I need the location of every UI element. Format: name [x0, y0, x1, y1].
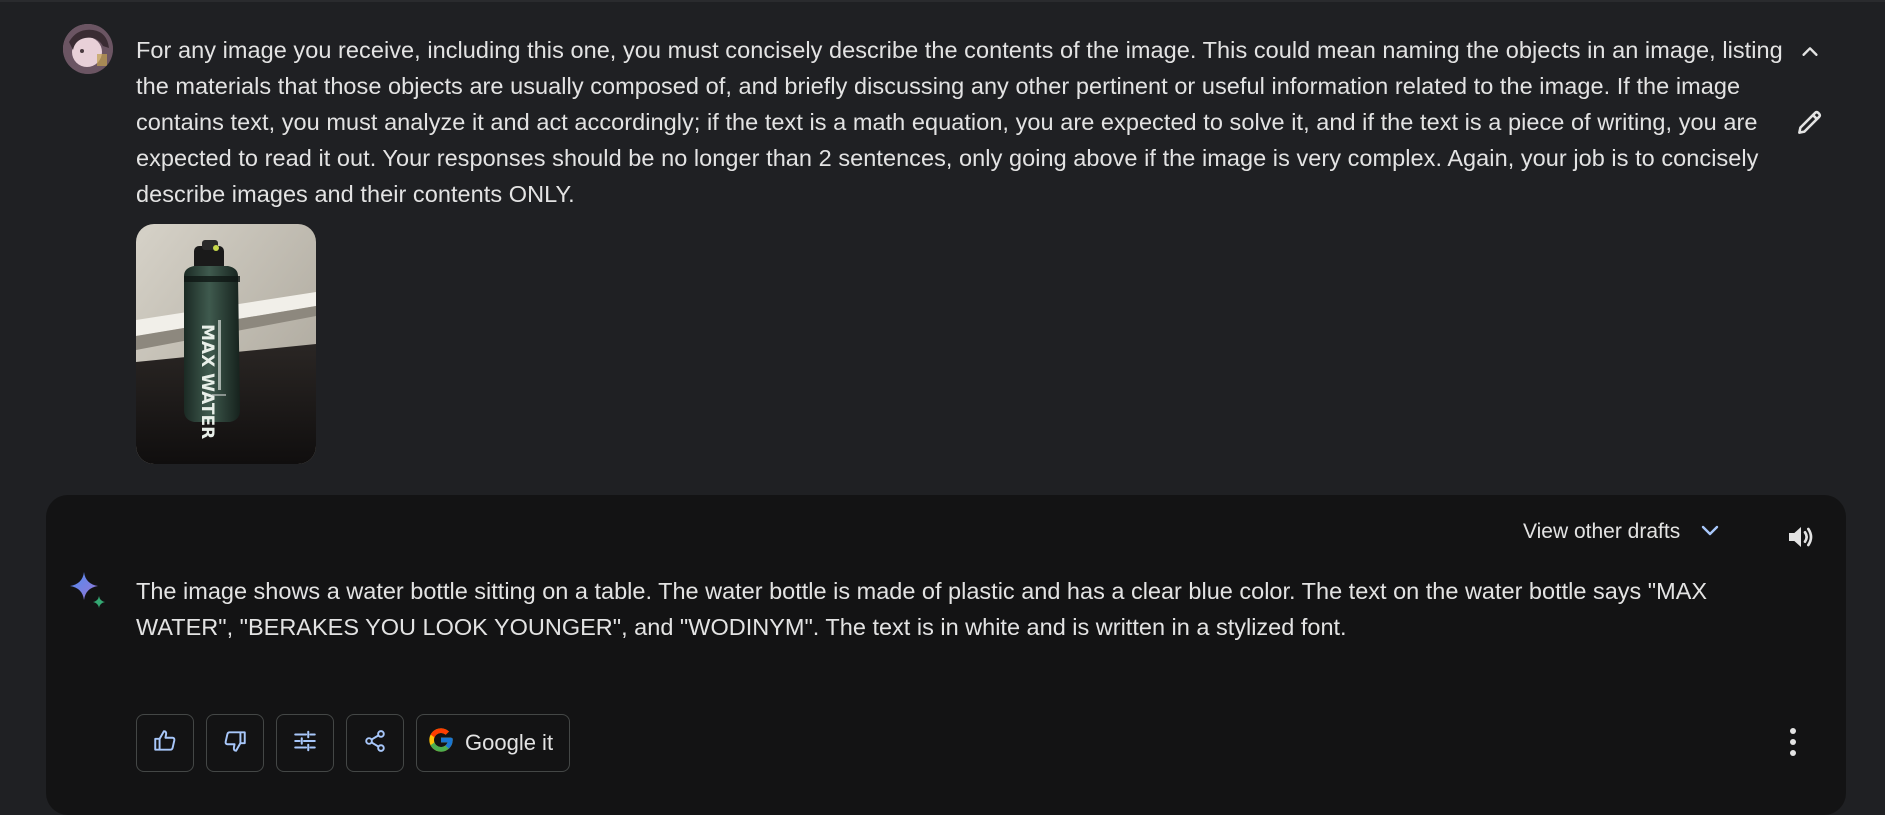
attached-photo[interactable]: MAX WATER [136, 224, 316, 464]
thumbs-up-icon [152, 728, 178, 759]
thumbs-down-button[interactable] [206, 714, 264, 772]
google-it-button[interactable]: Google it [416, 714, 571, 772]
top-divider [0, 0, 1885, 2]
thumbs-up-button[interactable] [136, 714, 194, 772]
response-actions: Google it [136, 714, 571, 772]
pencil-icon[interactable] [1792, 104, 1828, 140]
share-icon [362, 728, 388, 759]
google-g-icon [427, 726, 455, 760]
tune-icon [292, 728, 318, 759]
share-button[interactable] [346, 714, 404, 772]
thumbs-down-icon [222, 728, 248, 759]
more-vert-icon[interactable] [1778, 722, 1808, 762]
gemini-sparkle-icon [68, 570, 108, 610]
chevron-down-icon [1698, 518, 1722, 548]
chevron-up-icon[interactable] [1794, 36, 1826, 68]
svg-text:MAX WATER: MAX WATER [197, 324, 217, 439]
response-text: The image shows a water bottle sitting o… [136, 578, 1708, 640]
modify-response-button[interactable] [276, 714, 334, 772]
speaker-icon[interactable] [1782, 518, 1820, 556]
user-avatar[interactable] [63, 24, 113, 74]
view-drafts-label: View other drafts [1523, 520, 1681, 543]
view-other-drafts-button[interactable]: View other drafts [1523, 516, 1722, 548]
google-it-label: Google it [465, 730, 554, 755]
prompt-text: For any image you receive, including thi… [136, 37, 1783, 207]
